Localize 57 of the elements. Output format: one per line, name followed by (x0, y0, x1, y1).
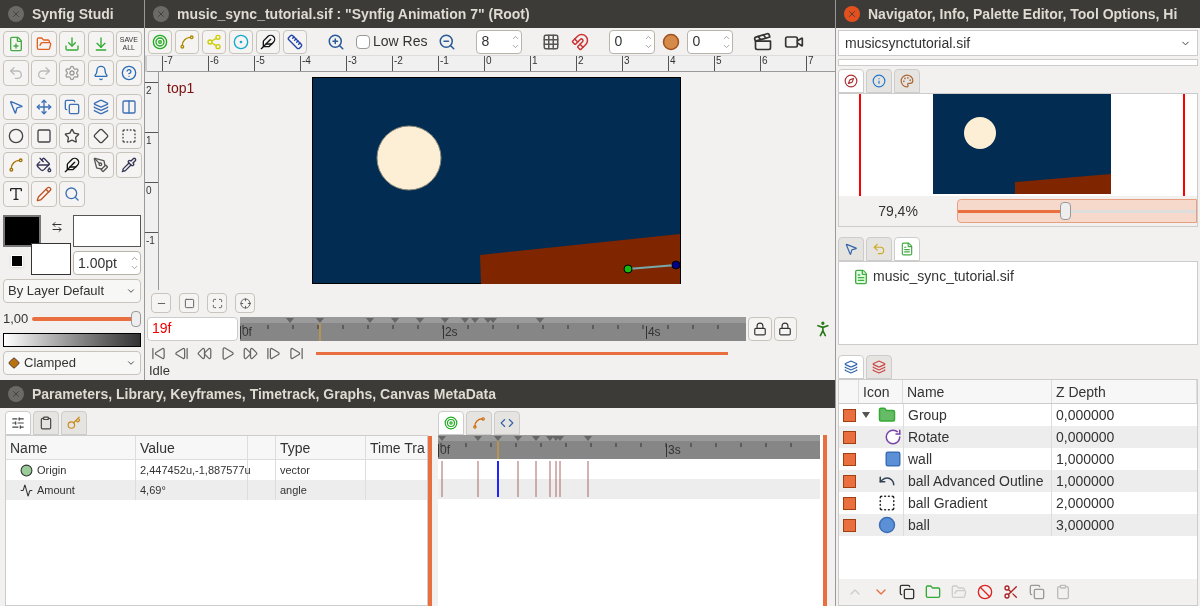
opacity-value: 1,00 (3, 310, 29, 328)
file-select[interactable]: musicsynctutorial.sif (838, 30, 1198, 56)
ruler-label: -3 (346, 56, 392, 71)
layer-name: ball (903, 514, 1051, 536)
window-title: Navigator, Info, Palette Editor, Tool Options, Hi (868, 4, 1178, 24)
interpolation-select[interactable]: Clamped (3, 350, 141, 375)
layer-z-depth: 3,000000 (1051, 514, 1115, 536)
column-header[interactable]: Name (6, 436, 136, 459)
ruler-label: -5 (254, 56, 300, 71)
spin-field[interactable]: 0 (687, 29, 734, 54)
param-value: 4,69° (136, 480, 248, 500)
ruler-label: 5 (714, 56, 760, 71)
layer-name-label: top1 (167, 79, 195, 98)
param-row[interactable]: Amount 4,69° angle (6, 480, 427, 500)
ruler-label: 1 (145, 132, 158, 182)
column-header[interactable]: Type (276, 436, 366, 459)
blend-method-select[interactable]: By Layer Default (3, 279, 141, 303)
time-label: 0f (239, 326, 252, 339)
layer-row[interactable]: ball Advanced Outline 1,000000 (839, 470, 1197, 492)
column-header[interactable]: Z Depth (1052, 380, 1197, 403)
spin-field[interactable]: 8 (476, 29, 523, 54)
time-label: 3s (666, 444, 681, 457)
ruler-label: -1 (438, 56, 484, 71)
param-name: Amount (37, 483, 75, 498)
spin-field[interactable]: 0 (609, 29, 656, 54)
status-text: Idle (148, 364, 171, 378)
spin-field[interactable]: 1.00pt (73, 251, 141, 275)
ruler-label: 0 (145, 182, 158, 232)
layer-row[interactable]: ball 3,000000 (839, 514, 1197, 536)
window-title: Parameters, Library, Keyframes, Timetrack, Graphs, Canvas MetaData (32, 384, 497, 404)
ruler-label: -2 (392, 56, 438, 71)
column-header[interactable]: Name (903, 380, 1052, 403)
ruler-label: -6 (208, 56, 254, 71)
ruler-label: 1 (530, 56, 576, 71)
param-type: angle (276, 480, 366, 500)
time-label: 2s (442, 326, 458, 339)
ruler-label: 2 (145, 82, 158, 132)
low-res-label: Low Res (373, 32, 428, 51)
window-title: music_sync_tutorial.sif : "Synfig Animation 7" (Root) (177, 4, 530, 24)
ruler-label: 4 (668, 56, 714, 71)
canvas-tree-item[interactable]: music_sync_tutorial.sif (853, 266, 1193, 287)
time-label: 4s (645, 326, 661, 339)
param-name: Origin (37, 463, 67, 478)
layer-row[interactable]: Rotate 0,000000 (839, 426, 1197, 448)
ruler-label: 3 (622, 56, 668, 71)
ruler-label: -7 (162, 56, 208, 71)
ruler-label: 6 (760, 56, 806, 71)
column-header[interactable]: Value (136, 436, 248, 459)
ruler-label: 2 (576, 56, 622, 71)
zoom-value: 79,4% (877, 201, 919, 221)
window-title: Synfig Studi (32, 4, 114, 24)
column-header[interactable]: Icon (859, 380, 903, 403)
ruler-label: 0 (484, 56, 530, 71)
ruler-label: -4 (300, 56, 346, 71)
time-label: 0f (438, 444, 450, 457)
ruler-label: -1 (145, 232, 158, 282)
current-time-field[interactable]: 19f (147, 317, 238, 341)
